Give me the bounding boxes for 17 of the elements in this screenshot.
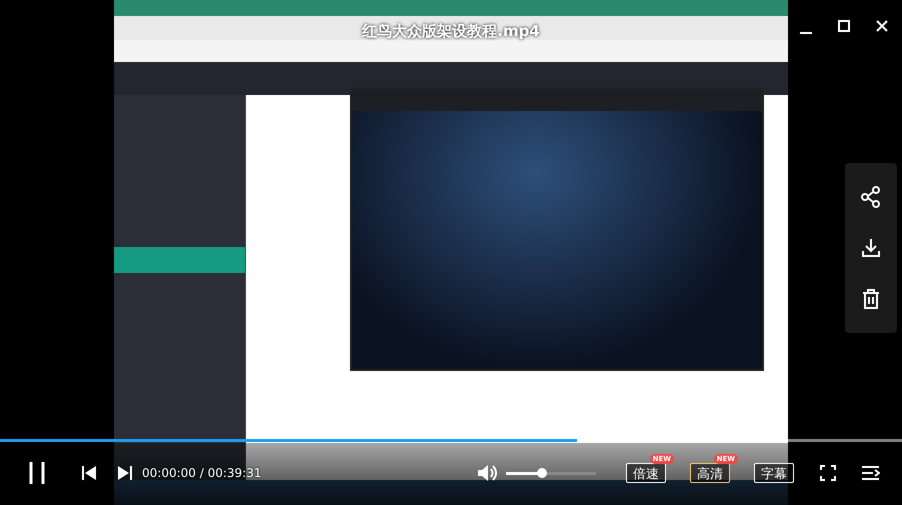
- fullscreen-icon[interactable]: [820, 465, 836, 481]
- player-option-button[interactable]: 高清: [690, 463, 730, 483]
- player-option-button[interactable]: 字幕: [754, 463, 794, 483]
- delete-icon[interactable]: [862, 288, 880, 310]
- maximize-icon[interactable]: [838, 20, 850, 32]
- pause-icon[interactable]: [28, 462, 46, 484]
- player-option-button[interactable]: 倍速: [626, 463, 666, 483]
- download-icon[interactable]: [861, 238, 881, 258]
- video-title: 红鸟大众版架设教程.mp4: [362, 22, 540, 41]
- previous-icon[interactable]: [82, 466, 96, 480]
- share-icon[interactable]: [861, 186, 881, 208]
- volume-icon[interactable]: [478, 464, 498, 482]
- playback-time: 00:00:00 / 00:39:31: [142, 466, 262, 480]
- next-icon[interactable]: [118, 466, 132, 480]
- playlist-icon[interactable]: [862, 465, 880, 481]
- progress-track[interactable]: [0, 439, 902, 442]
- close-icon[interactable]: [876, 20, 888, 32]
